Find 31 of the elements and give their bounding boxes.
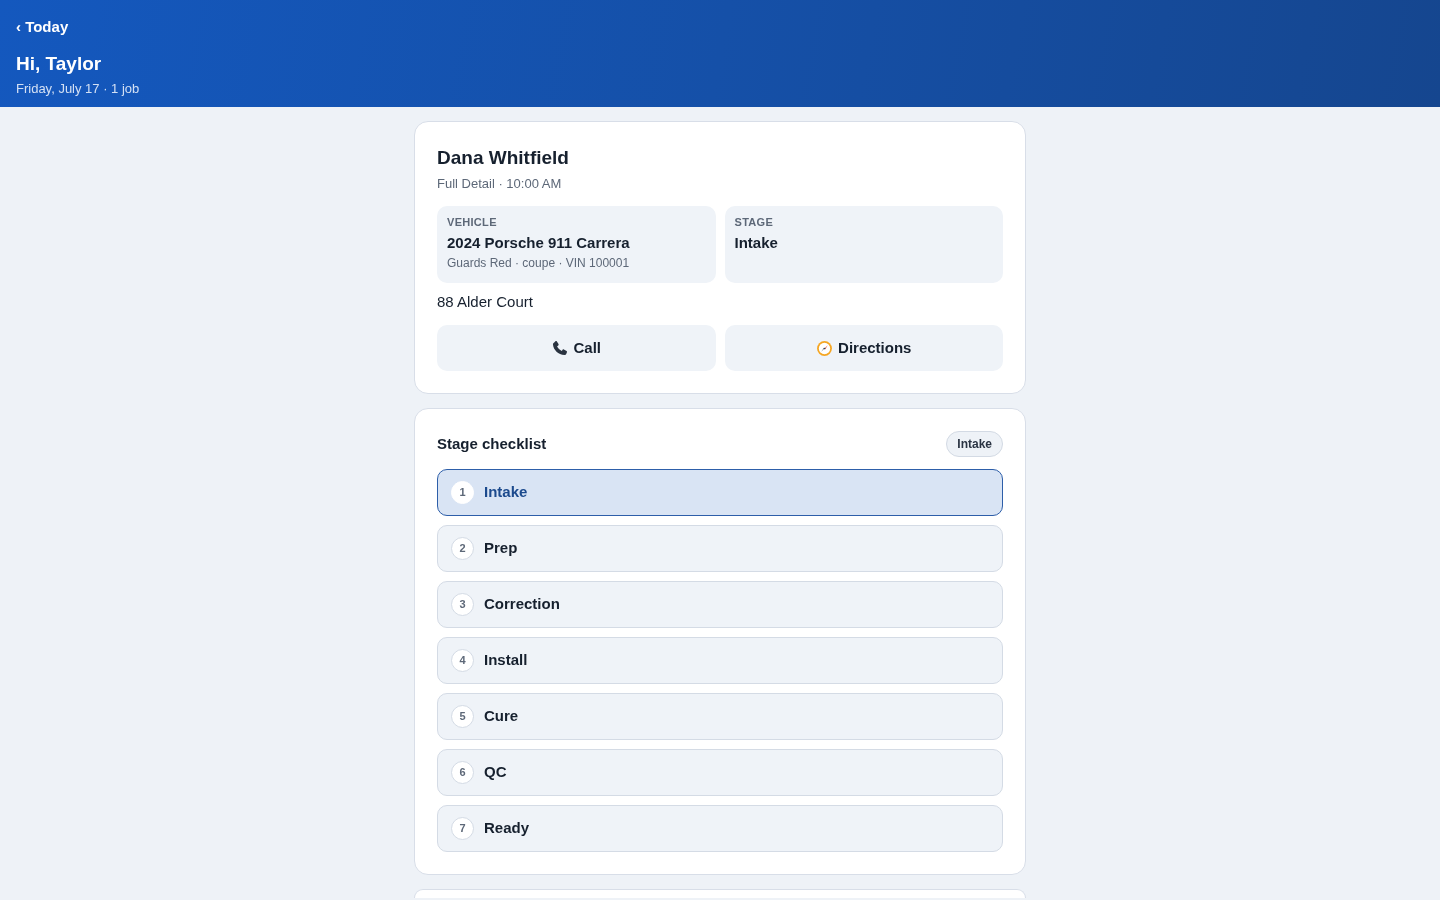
step-number: 5: [451, 705, 474, 728]
back-link[interactable]: ‹ Today: [16, 18, 69, 36]
step-number: 3: [451, 593, 474, 616]
info-value: 2024 Porsche 911 Carrera: [447, 233, 631, 253]
step-number: 6: [451, 761, 474, 784]
step-number: 4: [451, 649, 474, 672]
stage-item[interactable]: 5 Cure: [437, 693, 1003, 740]
stage-item[interactable]: 1 Intake: [437, 469, 1003, 516]
stage-item[interactable]: 7 Ready: [437, 805, 1003, 852]
compass-icon: [816, 339, 834, 357]
phone-icon: [551, 339, 569, 357]
checklist-title: Stage checklist: [437, 434, 547, 454]
info-value: Intake: [734, 233, 779, 253]
step-number: 2: [451, 537, 474, 560]
stage-pill: Intake: [946, 431, 1003, 457]
stage-item[interactable]: 4 Install: [437, 637, 1003, 684]
step-number: 1: [451, 481, 474, 504]
stage-item[interactable]: 3 Correction: [437, 581, 1003, 628]
greeting-title: Hi, Taylor: [16, 52, 103, 76]
service-time: Full Detail · 10:00 AM: [437, 176, 563, 192]
directions-button[interactable]: Directions: [724, 325, 1003, 371]
stage-item[interactable]: 6 QC: [437, 749, 1003, 796]
address-text: 88 Alder Court: [437, 292, 534, 312]
call-button[interactable]: Call: [437, 325, 716, 371]
info-label: VEHICLE: [447, 215, 498, 229]
customer-name: Dana Whitfield: [437, 146, 570, 170]
stage-item[interactable]: 2 Prep: [437, 525, 1003, 572]
date-subtitle: Friday, July 17 · 1 job: [16, 81, 141, 97]
step-number: 7: [451, 817, 474, 840]
info-detail: Guards Red · coupe · VIN 100001: [447, 255, 631, 271]
info-label: STAGE: [734, 215, 775, 229]
